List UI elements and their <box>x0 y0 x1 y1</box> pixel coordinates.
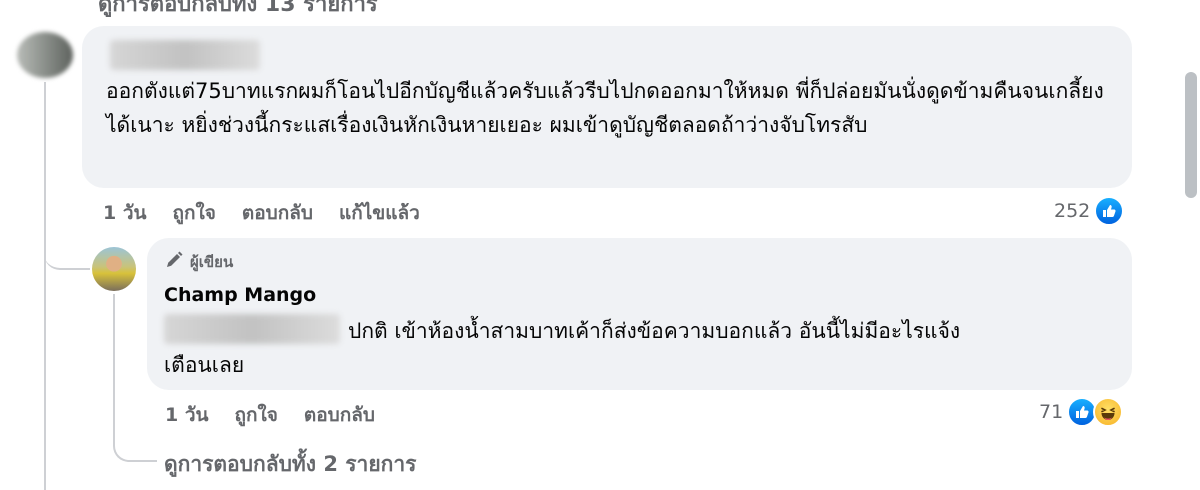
avatar[interactable] <box>17 32 73 78</box>
reaction-count: 252 <box>1054 200 1091 222</box>
comment-text: ออกตังแต่75บาทแรกผมก็โอนไปอีกบัญชีแล้วคร… <box>106 79 1104 137</box>
blurred-mention <box>164 314 340 344</box>
reaction-count: 71 <box>1039 401 1064 423</box>
like-button[interactable]: ถูกใจ <box>235 400 278 430</box>
reply-button[interactable]: ตอบกลับ <box>242 198 313 228</box>
like-button[interactable]: ถูกใจ <box>173 198 216 228</box>
reaction-summary[interactable]: 252 <box>1054 196 1125 226</box>
reply-text-line-1: ปกติ เข้าห้องน้ำสามบาทเค้าก็ส่งข้อความบอ… <box>348 319 961 343</box>
edited-label: แก้ไขแล้ว <box>338 202 420 224</box>
pen-icon <box>164 250 184 274</box>
reply-actions: 1 วัน ถูกใจ ตอบกลับ <box>165 400 375 430</box>
author-badge: ผู้เขียน <box>164 250 233 274</box>
view-replies-link[interactable]: ดูการตอบกลับทั้ง 2 รายการ <box>164 448 416 481</box>
comment-thread: ดูการตอบกลับทั้ง 13 รายการ ออกตังแต่75บา… <box>0 0 1200 490</box>
scrollbar-thumb[interactable] <box>1185 72 1197 198</box>
haha-emoji-icon <box>1093 397 1124 427</box>
avatar[interactable] <box>92 247 136 291</box>
reaction-summary[interactable]: 71 <box>1039 397 1124 427</box>
reply-text-line-2: เตือนเลย <box>164 353 245 377</box>
author-name[interactable]: Champ Mango <box>164 284 316 306</box>
reply-button[interactable]: ตอบกลับ <box>304 400 375 430</box>
thumbs-up-icon <box>1094 196 1125 226</box>
comment-timestamp[interactable]: 1 วัน <box>103 198 147 228</box>
scrollbar-track[interactable] <box>1182 0 1200 490</box>
comment-actions: 1 วัน ถูกใจ ตอบกลับ แก้ไขแล้ว <box>103 198 420 228</box>
previous-replies-link[interactable]: ดูการตอบกลับทั้ง 13 รายการ <box>98 0 378 21</box>
thread-connector-view-replies <box>113 436 157 462</box>
author-badge-label: ผู้เขียน <box>190 253 234 271</box>
blurred-author-name <box>110 40 260 70</box>
reply-timestamp[interactable]: 1 วัน <box>165 400 209 430</box>
thread-line-reply <box>113 294 115 444</box>
thread-connector-reply <box>44 240 90 270</box>
thread-line-main <box>44 82 46 490</box>
